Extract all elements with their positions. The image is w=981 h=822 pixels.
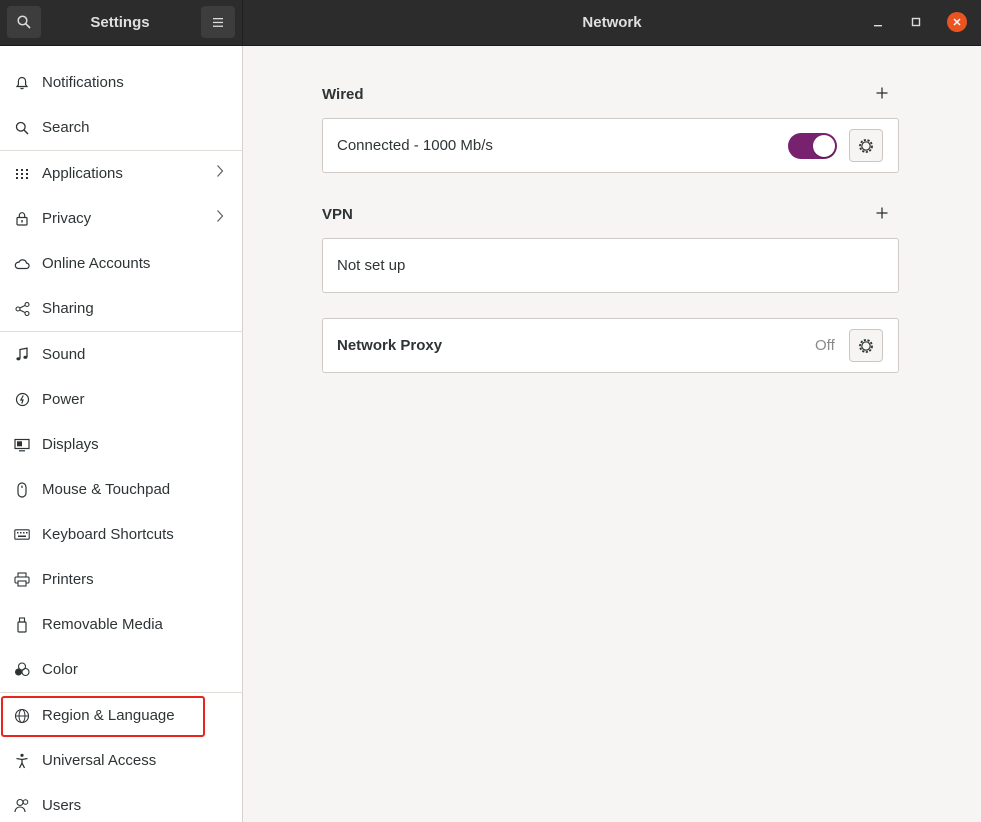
sidebar-item-sharing[interactable]: Sharing: [0, 286, 242, 331]
sidebar-item-mouse-touchpad[interactable]: Mouse & Touchpad: [0, 467, 242, 512]
sidebar-item-privacy[interactable]: Privacy: [0, 196, 242, 241]
minimize-icon: [874, 25, 882, 27]
sidebar-item-printers[interactable]: Printers: [0, 557, 242, 602]
color-icon: [14, 662, 30, 678]
chevron-right-icon: [216, 209, 224, 226]
menu-button[interactable]: [201, 6, 235, 38]
sidebar-item-notifications[interactable]: Notifications: [0, 60, 242, 105]
hamburger-icon: [213, 17, 223, 27]
sidebar-item-removable-media[interactable]: Removable Media: [0, 602, 242, 647]
lock-icon: [14, 211, 30, 227]
sidebar-item-label: Applications: [42, 165, 123, 182]
sidebar-item-label: Privacy: [42, 210, 92, 227]
settings-title: Settings: [90, 14, 150, 31]
sidebar-item-label: Color: [42, 661, 78, 678]
sidebar-item-color[interactable]: Color: [0, 647, 242, 692]
sidebar-item-label: Keyboard Shortcuts: [42, 526, 174, 543]
proxy-settings-button[interactable]: [849, 329, 883, 362]
wired-settings-button[interactable]: [849, 129, 883, 162]
music-note-icon: [14, 347, 30, 363]
bell-icon: [14, 75, 30, 91]
keyboard-icon: [14, 527, 30, 543]
chevron-right-icon: [216, 164, 224, 181]
toggle-knob: [813, 135, 835, 157]
sidebar-item-label: Power: [42, 391, 85, 408]
sidebar-item-label: Sharing: [42, 300, 94, 317]
close-button[interactable]: [947, 12, 967, 32]
sidebar-item-label: Users: [42, 797, 82, 814]
grid-icon: [14, 166, 30, 182]
sidebar-item-label: Displays: [42, 436, 99, 453]
sidebar-item-sound[interactable]: Sound: [0, 332, 242, 377]
cloud-icon: [14, 256, 30, 272]
close-icon: [953, 18, 961, 26]
proxy-status-text: Off: [815, 337, 835, 354]
sidebar-item-label: Mouse & Touchpad: [42, 481, 171, 498]
add-wired-button[interactable]: [875, 84, 889, 105]
network-proxy-row[interactable]: Network Proxy Off: [322, 318, 899, 373]
header-bar: Settings Network: [0, 0, 981, 46]
sidebar-item-label: Search: [42, 119, 90, 136]
accessibility-icon: [14, 753, 30, 769]
minimize-button[interactable]: [868, 12, 888, 32]
usb-icon: [14, 616, 30, 633]
vpn-status-label: Not set up: [337, 257, 406, 274]
users-icon: [14, 798, 30, 814]
sidebar-item-label: Removable Media: [42, 616, 163, 633]
mouse-icon: [14, 481, 30, 498]
share-icon: [14, 301, 30, 317]
sidebar-item-label: Notifications: [42, 74, 124, 91]
wired-section-title: Wired: [322, 86, 364, 103]
printer-icon: [14, 572, 30, 588]
search-icon: [14, 120, 30, 136]
gear-icon: [859, 338, 873, 353]
wired-toggle-switch[interactable]: [788, 133, 837, 159]
gear-icon: [859, 138, 873, 153]
plus-icon: [876, 207, 888, 219]
maximize-icon: [911, 17, 921, 27]
plus-icon: [876, 87, 888, 99]
sidebar-item-keyboard-shortcuts[interactable]: Keyboard Shortcuts: [0, 512, 242, 557]
sidebar-item-label: Sound: [42, 346, 86, 363]
sidebar-item-users[interactable]: Users: [0, 783, 242, 822]
sidebar-item-search[interactable]: Search: [0, 105, 242, 150]
maximize-button[interactable]: [906, 12, 926, 32]
vpn-row: Not set up: [322, 238, 899, 293]
sidebar-item-power[interactable]: Power: [0, 377, 242, 422]
wired-status-label: Connected - 1000 Mb/s: [337, 137, 493, 154]
sidebar-item-label: Online Accounts: [42, 255, 151, 272]
sidebar-item-label: Universal Access: [42, 752, 157, 769]
search-button[interactable]: [7, 6, 41, 38]
sidebar-item-displays[interactable]: Displays: [0, 422, 242, 467]
display-icon: [14, 437, 30, 453]
sidebar-item-label: Printers: [42, 571, 94, 588]
power-icon: [14, 392, 30, 408]
wired-connection-row: Connected - 1000 Mb/s: [322, 118, 899, 173]
highlight-box: [1, 696, 205, 737]
sidebar-item-online-accounts[interactable]: Online Accounts: [0, 241, 242, 286]
network-proxy-label: Network Proxy: [337, 337, 443, 354]
sidebar-item-applications[interactable]: Applications: [0, 151, 242, 196]
search-icon: [17, 15, 31, 29]
vpn-section-title: VPN: [322, 206, 353, 223]
sidebar-item-universal-access[interactable]: Universal Access: [0, 738, 242, 783]
add-vpn-button[interactable]: [875, 204, 889, 225]
